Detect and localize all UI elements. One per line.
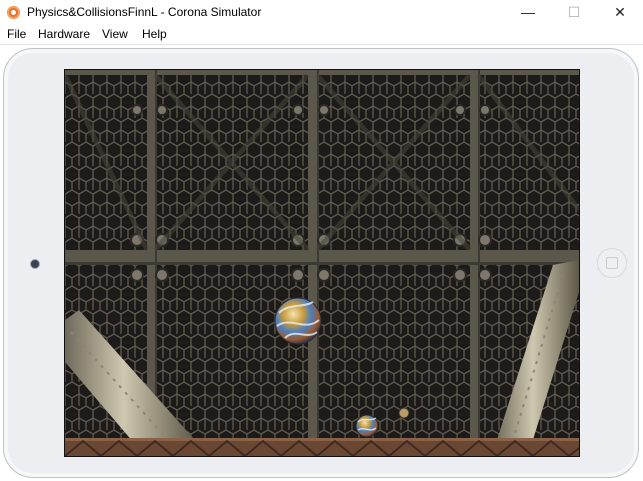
front-camera-icon [31, 260, 39, 268]
tiny-ball[interactable] [398, 407, 410, 419]
minimize-button[interactable]: — [505, 0, 551, 25]
menu-help[interactable]: Help [142, 27, 167, 41]
simulator-viewport [0, 45, 643, 481]
home-button[interactable] [597, 248, 627, 278]
rusty-girder-floor [65, 438, 579, 456]
menu-hardware[interactable]: Hardware [38, 27, 90, 41]
small-marble-ball[interactable] [355, 414, 379, 438]
corona-app-icon [7, 6, 20, 19]
menu-file[interactable]: File [7, 27, 26, 41]
menu-bar: File Hardware View Help [0, 25, 643, 45]
close-button[interactable]: ✕ [597, 0, 643, 25]
large-marble-ball[interactable] [274, 297, 322, 345]
window-title: Physics&CollisionsFinnL - Corona Simulat… [27, 5, 262, 19]
title-bar: Physics&CollisionsFinnL - Corona Simulat… [0, 0, 643, 25]
maximize-button[interactable]: ☐ [551, 0, 597, 25]
menu-view[interactable]: View [102, 27, 128, 41]
tablet-device-frame [3, 48, 639, 478]
game-canvas[interactable] [65, 70, 579, 456]
game-screen[interactable] [64, 69, 580, 457]
